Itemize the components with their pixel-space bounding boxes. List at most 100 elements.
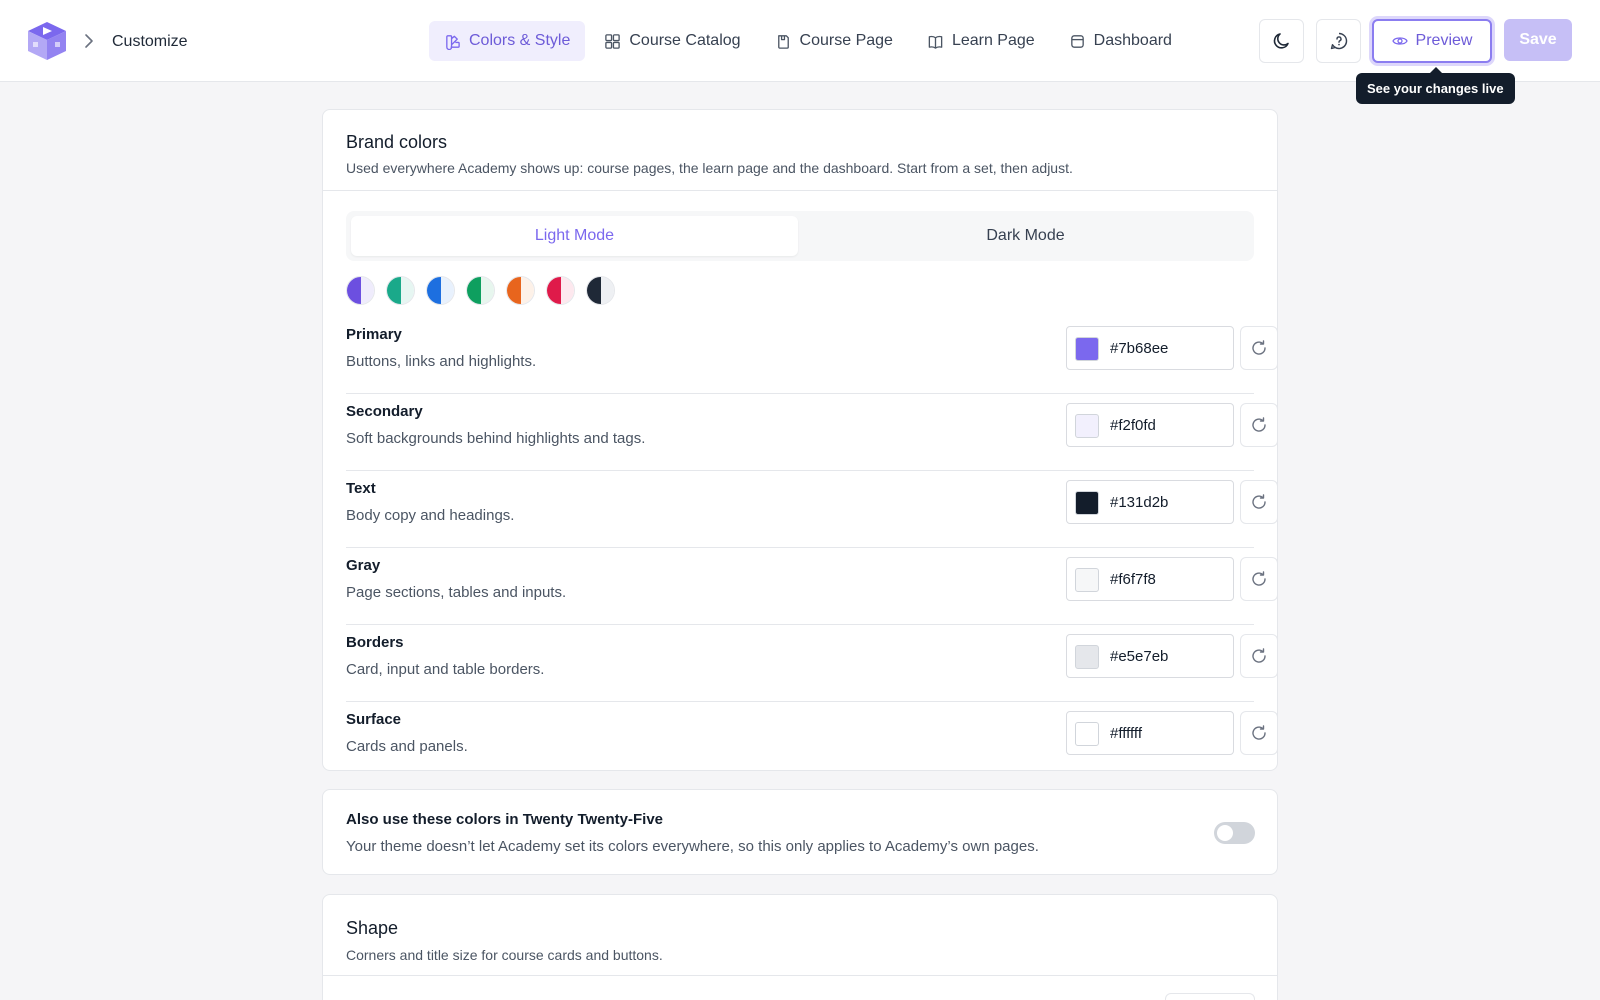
color-preset-purple[interactable]	[346, 276, 375, 305]
row-label: Primary	[346, 326, 402, 343]
theme-sync-card: Also use these colors in Twenty Twenty-F…	[322, 789, 1278, 875]
book-icon	[928, 35, 943, 49]
palette-icon	[446, 34, 460, 50]
reset-text-button[interactable]	[1240, 480, 1278, 524]
reset-icon	[1252, 417, 1266, 432]
row-label: Secondary	[346, 403, 423, 420]
color-preset-blue[interactable]	[426, 276, 455, 305]
tab-label: Learn Page	[951, 32, 1035, 49]
dark-mode-toggle-button[interactable]	[1259, 19, 1304, 63]
row-label: Gray	[346, 557, 381, 574]
color-row-primary: Primary Buttons, links and highlights. #…	[346, 317, 1278, 394]
main-tabs: Colors & Style Course Catalog Course Pag…	[429, 21, 1187, 61]
hex-input-text[interactable]: #131d2b	[1066, 480, 1234, 524]
color-preset-orange[interactable]	[506, 276, 535, 305]
row-label: Text	[346, 480, 376, 497]
row-description: Soft backgrounds behind highlights and t…	[346, 430, 646, 447]
moon-icon	[1273, 33, 1289, 49]
tab-learn-page[interactable]: Learn Page	[912, 21, 1050, 61]
hex-value: #f2f0fd	[1110, 417, 1156, 434]
divider	[323, 975, 1277, 976]
reset-gray-button[interactable]	[1240, 557, 1278, 601]
tab-course-page[interactable]: Course Page	[760, 21, 908, 61]
help-button[interactable]	[1316, 19, 1361, 63]
tab-label: Colors & Style	[469, 32, 571, 49]
preview-tooltip: See your changes live	[1356, 67, 1515, 104]
shape-control[interactable]	[1165, 993, 1255, 1000]
color-preset-list	[346, 276, 615, 305]
grid-icon	[605, 33, 621, 49]
tab-label: Course Page	[799, 32, 893, 49]
color-preset-dark[interactable]	[586, 276, 615, 305]
dashboard-icon	[1070, 34, 1084, 48]
shape-title: Shape	[346, 918, 399, 938]
reset-icon	[1252, 571, 1266, 586]
tab-colors-style[interactable]: Colors & Style	[429, 21, 586, 61]
tab-label: Dashboard	[1093, 32, 1172, 49]
hex-value: #7b68ee	[1110, 340, 1169, 357]
divider	[323, 190, 1277, 191]
theme-sync-description: Your theme doesn’t let Academy set its c…	[346, 838, 1039, 855]
row-description: Cards and panels.	[346, 738, 468, 755]
top-bar: Customize Colors & Style Course Catalog …	[0, 0, 1600, 82]
color-preset-green[interactable]	[466, 276, 495, 305]
color-swatch[interactable]	[1075, 568, 1099, 592]
hex-input-surface[interactable]: #ffffff	[1066, 711, 1234, 755]
tab-label: Course Catalog	[629, 32, 741, 49]
color-row-secondary: Secondary Soft backgrounds behind highli…	[346, 394, 1278, 471]
hex-input-secondary[interactable]: #f2f0fd	[1066, 403, 1234, 447]
reset-surface-button[interactable]	[1240, 711, 1278, 755]
hex-input-borders[interactable]: #e5e7eb	[1066, 634, 1234, 678]
brand-colors-title: Brand colors	[346, 132, 448, 152]
eye-icon	[1391, 37, 1408, 45]
tab-course-catalog[interactable]: Course Catalog	[589, 21, 755, 61]
row-description: Card, input and table borders.	[346, 661, 545, 678]
brand-colors-card: Brand colors Used everywhere Academy sho…	[322, 109, 1278, 771]
color-swatch[interactable]	[1075, 645, 1099, 669]
color-preset-teal[interactable]	[386, 276, 415, 305]
hex-value: #e5e7eb	[1110, 648, 1169, 665]
hex-value: #131d2b	[1110, 494, 1169, 511]
chevron-right-icon	[82, 33, 96, 49]
light-mode-option[interactable]: Light Mode	[351, 216, 798, 256]
color-row-gray: Gray Page sections, tables and inputs. #…	[346, 548, 1278, 625]
reset-primary-button[interactable]	[1240, 326, 1278, 370]
hex-input-gray[interactable]: #f6f7f8	[1066, 557, 1234, 601]
theme-sync-title: Also use these colors in Twenty Twenty-F…	[346, 811, 664, 828]
hex-value: #f6f7f8	[1110, 571, 1156, 588]
dark-mode-option[interactable]: Dark Mode	[802, 216, 1249, 256]
page-icon	[777, 34, 789, 49]
color-swatch[interactable]	[1075, 337, 1099, 361]
reset-icon	[1252, 340, 1266, 355]
reset-borders-button[interactable]	[1240, 634, 1278, 678]
academy-logo-icon[interactable]	[26, 20, 68, 62]
color-mode-switch: Light Mode Dark Mode	[346, 211, 1254, 261]
color-row-text: Text Body copy and headings. #131d2b	[346, 471, 1278, 548]
hex-value: #ffffff	[1110, 725, 1142, 742]
color-preset-red[interactable]	[546, 276, 575, 305]
save-button[interactable]: Save	[1504, 19, 1572, 61]
tab-dashboard[interactable]: Dashboard	[1054, 21, 1187, 61]
color-row-borders: Borders Card, input and table borders. #…	[346, 625, 1278, 702]
color-swatch[interactable]	[1075, 491, 1099, 515]
row-label: Borders	[346, 634, 404, 651]
row-description: Page sections, tables and inputs.	[346, 584, 567, 601]
shape-description: Corners and title size for course cards …	[346, 947, 663, 963]
color-swatch[interactable]	[1075, 722, 1099, 746]
row-description: Body copy and headings.	[346, 507, 515, 524]
reset-icon	[1252, 725, 1266, 740]
reset-secondary-button[interactable]	[1240, 403, 1278, 447]
theme-sync-toggle[interactable]	[1214, 822, 1255, 844]
toggle-knob	[1217, 825, 1233, 841]
brand-colors-description: Used everywhere Academy shows up: course…	[346, 160, 1073, 176]
row-label: Surface	[346, 711, 402, 728]
color-row-surface: Surface Cards and panels. #ffffff	[346, 702, 1278, 779]
help-bubble-icon	[1330, 32, 1347, 50]
color-swatch[interactable]	[1075, 414, 1099, 438]
hex-input-primary[interactable]: #7b68ee	[1066, 326, 1234, 370]
shape-card: Shape Corners and title size for course …	[322, 894, 1278, 1000]
preview-label: Preview	[1415, 32, 1473, 49]
reset-icon	[1252, 494, 1266, 509]
reset-icon	[1252, 648, 1266, 663]
preview-button[interactable]: Preview	[1372, 19, 1492, 63]
